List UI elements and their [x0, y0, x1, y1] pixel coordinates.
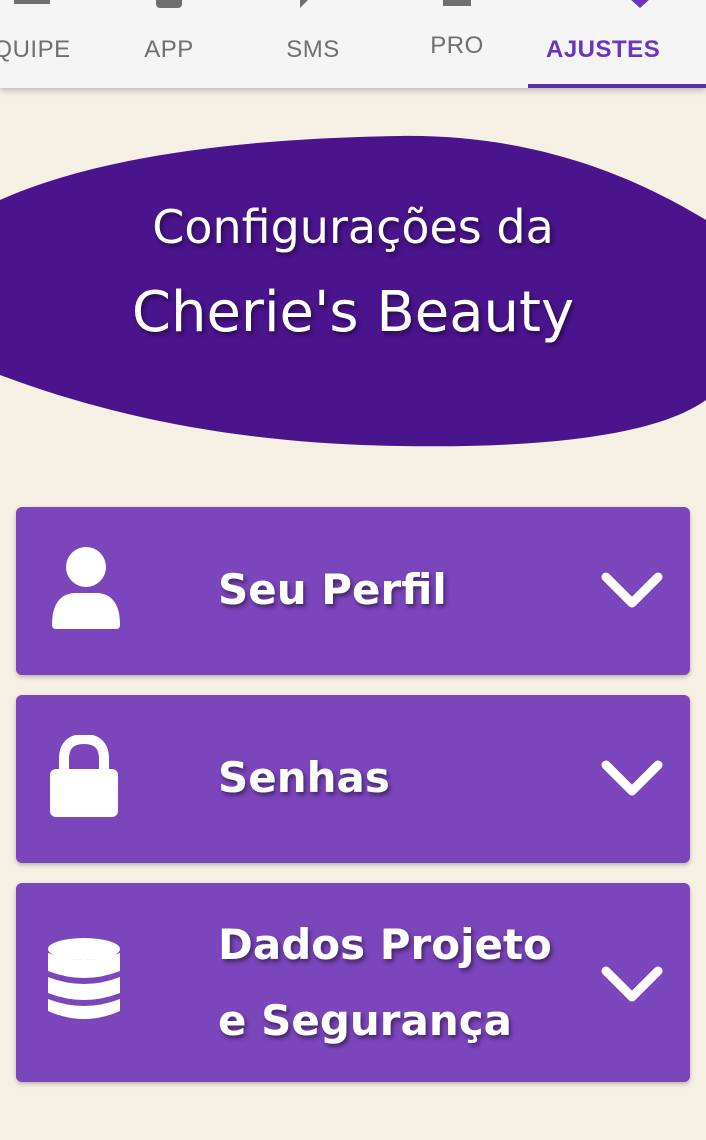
top-nav-bar: QUIPE APP SMS PRO AJUSTES: [0, 0, 706, 88]
page-title-line-1: Configurações da: [152, 200, 554, 254]
active-tab-indicator: [528, 84, 706, 88]
tab-app[interactable]: APP: [122, 0, 216, 88]
page-title-line-2: Cherie's Beauty: [131, 280, 575, 345]
sms-icon: [300, 0, 308, 8]
user-icon: [52, 547, 120, 629]
database-icon: [48, 938, 120, 1019]
section-seu-perfil[interactable]: Seu Perfil: [16, 507, 690, 675]
section-label-line-2: e Segurança: [218, 996, 512, 1045]
chevron-down-icon[interactable]: [600, 965, 664, 1005]
tab-sms-label: SMS: [286, 36, 340, 63]
tab-pro-label: PRO: [430, 32, 484, 59]
chevron-down-icon[interactable]: [600, 571, 664, 611]
tab-ajustes[interactable]: AJUSTES: [528, 0, 706, 88]
tab-sms[interactable]: SMS: [266, 0, 360, 88]
team-icon: [14, 0, 50, 4]
section-senhas[interactable]: Senhas: [16, 695, 690, 863]
tab-ajustes-label: AJUSTES: [546, 36, 661, 63]
chevron-down-icon[interactable]: [600, 759, 664, 799]
tab-pro[interactable]: PRO: [410, 0, 504, 88]
pro-icon: [443, 0, 471, 6]
section-label: Seu Perfil: [218, 565, 447, 614]
tab-equipe[interactable]: QUIPE: [0, 0, 82, 88]
tab-app-label: APP: [144, 36, 194, 63]
settings-icon: [631, 0, 649, 8]
section-dados-projeto[interactable]: Dados Projeto e Segurança: [16, 883, 690, 1082]
section-label-line-1: Dados Projeto: [218, 920, 552, 969]
title-banner: Configurações da Cherie's Beauty: [0, 130, 706, 460]
lock-icon: [50, 735, 118, 817]
app-icon: [156, 0, 182, 8]
tab-equipe-label: QUIPE: [0, 36, 71, 63]
section-label: Senhas: [218, 753, 390, 802]
